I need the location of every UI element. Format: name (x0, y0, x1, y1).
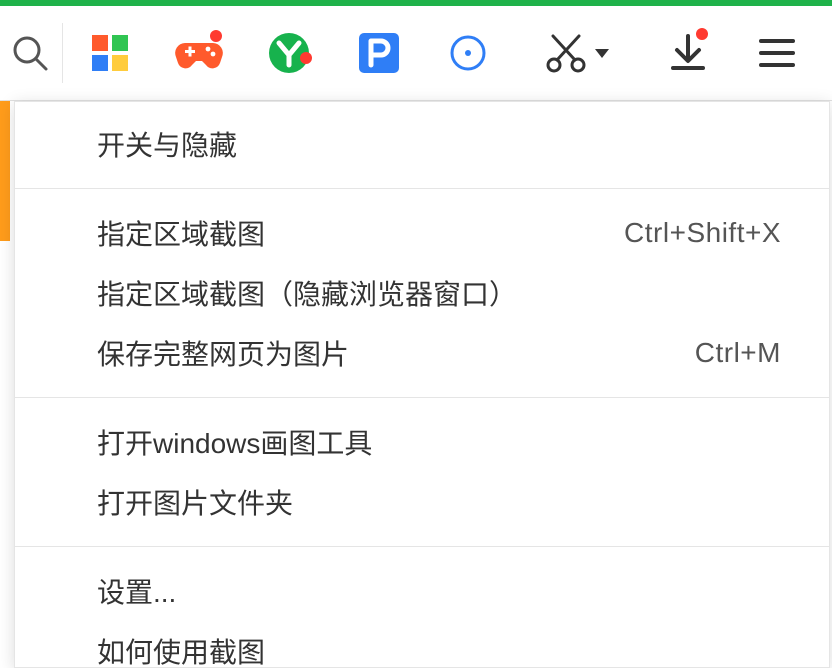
menu-divider (15, 546, 829, 547)
main-menu-button[interactable] (732, 6, 822, 101)
menu-item-label: 设置... (97, 571, 176, 611)
menu-item-label: 保存完整网页为图片 (97, 333, 349, 373)
menu-divider (15, 397, 829, 398)
menu-group: 开关与隐藏 (15, 104, 829, 184)
badge-dot-icon (696, 28, 708, 40)
menu-item-label: 开关与隐藏 (97, 124, 237, 164)
menu-group: 指定区域截图 Ctrl+Shift+X 指定区域截图（隐藏浏览器窗口） 保存完整… (15, 193, 829, 393)
menu-item-save-page-image[interactable]: 保存完整网页为图片 Ctrl+M (15, 323, 829, 383)
toolbar (0, 6, 832, 101)
menu-group: 设置... 如何使用截图 (15, 551, 829, 668)
menu-item-shortcut: Ctrl+M (695, 337, 781, 369)
search-icon (10, 33, 50, 73)
p-button[interactable] (334, 6, 424, 101)
apps-grid-icon (90, 33, 130, 73)
search-button[interactable] (0, 6, 60, 101)
badge-dot-icon (300, 52, 312, 64)
menu-item-open-mspaint[interactable]: 打开windows画图工具 (15, 412, 829, 472)
scissors-icon (545, 32, 587, 74)
toolbar-separator (62, 23, 63, 83)
hamburger-icon (757, 33, 797, 73)
menu-item-label: 指定区域截图 (97, 213, 265, 253)
badge-dot-icon (210, 30, 222, 42)
menu-item-toggle-hide[interactable]: 开关与隐藏 (15, 114, 829, 174)
menu-item-label: 如何使用截图 (97, 631, 265, 668)
menu-item-shortcut: Ctrl+Shift+X (624, 217, 781, 249)
menu-item-label: 指定区域截图（隐藏浏览器窗口） (97, 273, 517, 313)
menu-item-label: 打开图片文件夹 (97, 482, 293, 522)
compass-button[interactable] (423, 6, 513, 101)
app-root: 开关与隐藏 指定区域截图 Ctrl+Shift+X 指定区域截图（隐藏浏览器窗口… (0, 0, 832, 668)
menu-item-area-screenshot[interactable]: 指定区域截图 Ctrl+Shift+X (15, 203, 829, 263)
screenshot-button[interactable] (513, 6, 643, 101)
chevron-down-icon[interactable] (593, 44, 611, 62)
screenshot-dropdown-menu: 开关与隐藏 指定区域截图 Ctrl+Shift+X 指定区域截图（隐藏浏览器窗口… (14, 101, 830, 668)
left-accent-strip (0, 101, 10, 241)
game-button[interactable] (154, 6, 244, 101)
menu-item-settings[interactable]: 设置... (15, 561, 829, 621)
menu-item-label: 打开windows画图工具 (97, 422, 372, 462)
y-button[interactable] (244, 6, 334, 101)
p-tile-icon (357, 31, 401, 75)
menu-item-how-to-use[interactable]: 如何使用截图 (15, 621, 829, 668)
menu-group: 打开windows画图工具 打开图片文件夹 (15, 402, 829, 542)
menu-item-open-image-folder[interactable]: 打开图片文件夹 (15, 472, 829, 532)
download-button[interactable] (643, 6, 733, 101)
menu-item-area-screenshot-hidden[interactable]: 指定区域截图（隐藏浏览器窗口） (15, 263, 829, 323)
apps-button[interactable] (65, 6, 155, 101)
compass-icon (448, 33, 488, 73)
menu-divider (15, 188, 829, 189)
